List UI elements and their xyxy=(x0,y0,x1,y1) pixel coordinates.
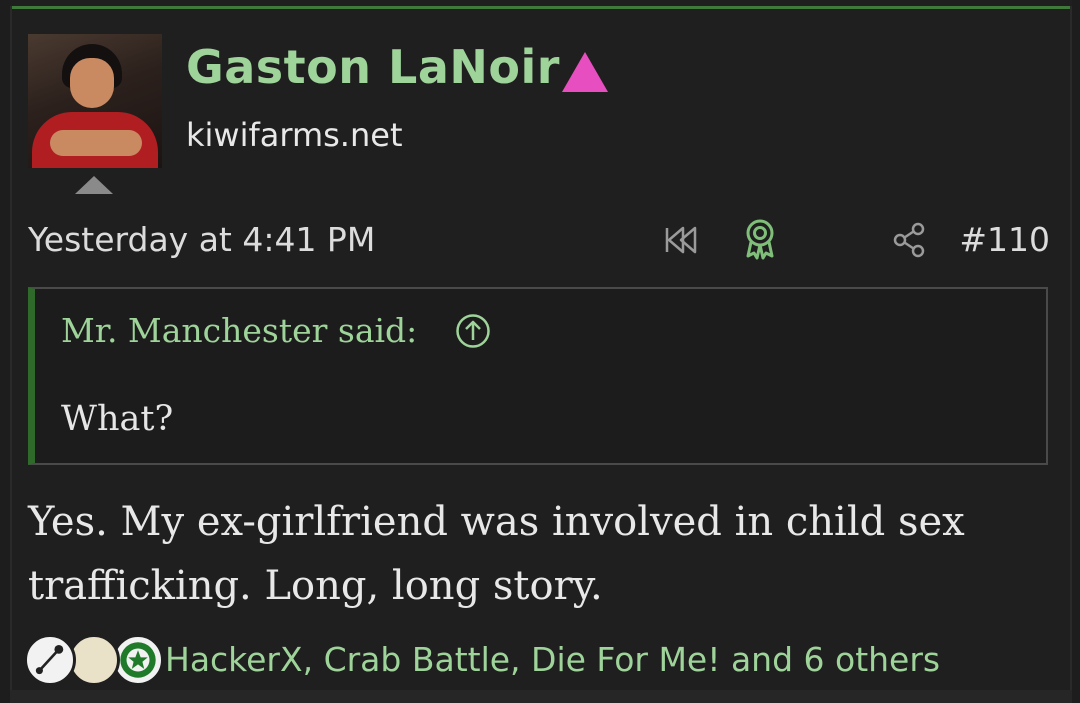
quote-author[interactable]: Mr. Manchester said: xyxy=(61,311,417,350)
post-number[interactable]: #110 xyxy=(959,220,1050,259)
post-top-accent xyxy=(10,6,1072,9)
user-badge-triangle-icon xyxy=(562,52,608,92)
quote-text: What? xyxy=(61,399,174,439)
post-left-border xyxy=(10,6,12,703)
award-icon[interactable] xyxy=(743,218,777,260)
post-right-border xyxy=(1070,6,1072,703)
user-title: kiwifarms.net xyxy=(186,116,403,154)
username[interactable]: Gaston LaNoir xyxy=(186,40,560,94)
quote-block: Mr. Manchester said: What? xyxy=(28,287,1048,465)
sound-icon xyxy=(24,634,76,686)
arrow-up-circle-icon[interactable] xyxy=(455,313,491,349)
reaction-summary[interactable]: HackerX, Crab Battle, Die For Me! and 6 … xyxy=(165,640,940,679)
post-container: Gaston LaNoir kiwifarms.net Yesterday at… xyxy=(10,0,1072,703)
rewind-icon[interactable] xyxy=(663,222,703,258)
post-bottom-bar xyxy=(10,690,1072,703)
post-body: Yes. My ex-girlfriend was involved in ch… xyxy=(28,499,965,609)
avatar[interactable] xyxy=(28,34,162,168)
share-icon[interactable] xyxy=(892,222,926,258)
post-timestamp[interactable]: Yesterday at 4:41 PM xyxy=(28,220,375,259)
avatar-caret-icon[interactable] xyxy=(75,176,113,194)
